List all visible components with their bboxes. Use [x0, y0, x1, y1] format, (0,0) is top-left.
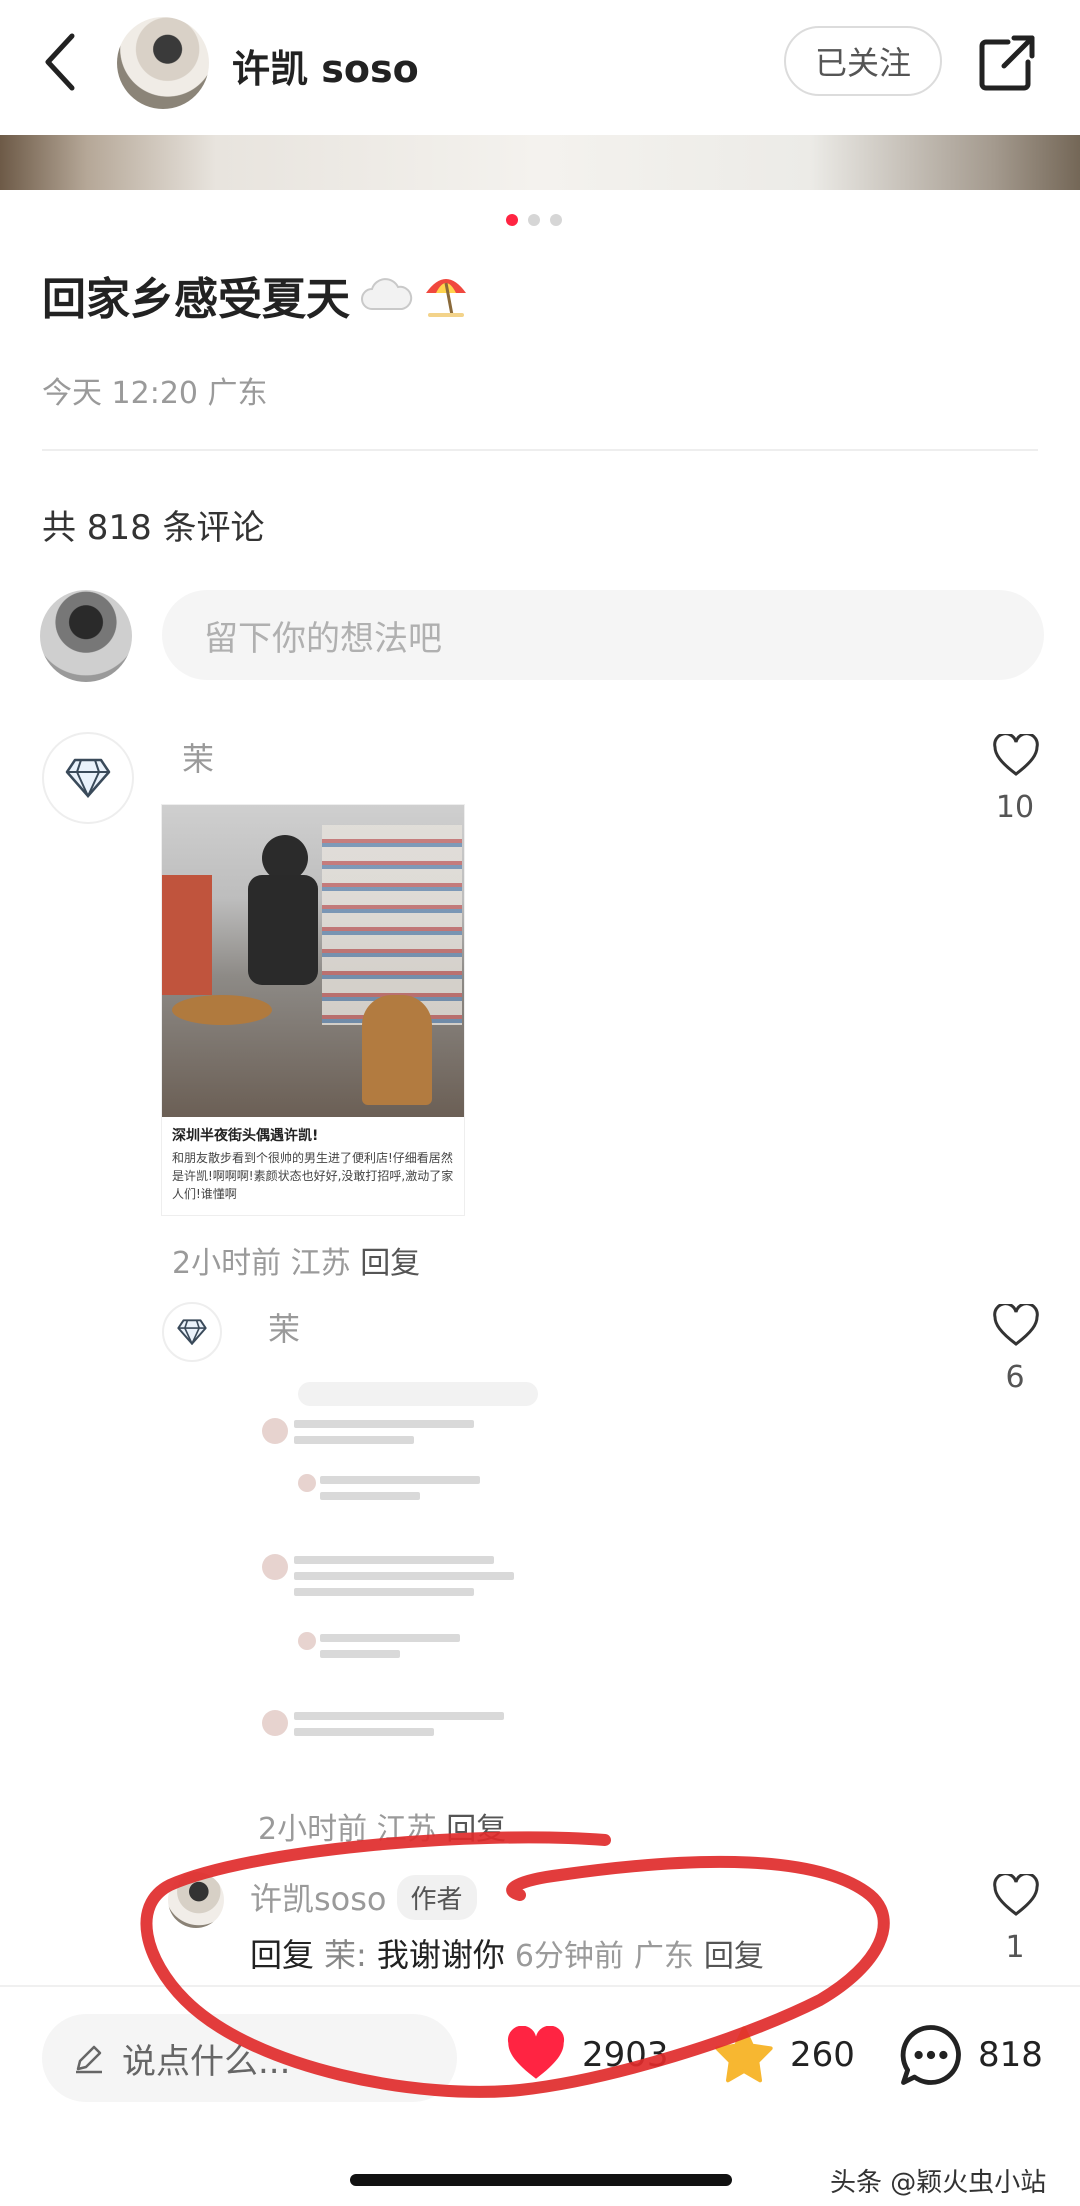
like-count: 2903	[582, 2035, 669, 2075]
comment-time: 2小时前	[258, 1812, 368, 1847]
collect-count: 260	[790, 2035, 855, 2075]
author-avatar[interactable]	[117, 17, 209, 109]
post-meta: 今天 12:20 广东	[42, 376, 268, 411]
beach-umbrella-icon	[426, 279, 466, 317]
comment-location: 江苏	[376, 1812, 437, 1847]
carousel-dot	[550, 214, 562, 226]
reply-button[interactable]: 回复	[446, 1812, 506, 1847]
comment-image-body: 和朋友散步看到个很帅的男生进了便利店!仔细看居然是许凯!啊啊啊!素颜状态也好好,…	[172, 1151, 454, 1201]
comment-count: 共 818 条评论	[42, 508, 265, 548]
back-icon[interactable]	[40, 30, 84, 94]
author-avatar[interactable]	[168, 1872, 224, 1928]
author-badge: 作者	[396, 1874, 477, 1920]
commenter-avatar[interactable]	[42, 732, 134, 824]
comment-total: 818	[978, 2035, 1043, 2075]
post-title: 回家乡感受夏天	[42, 263, 470, 327]
comment-meta: 2小时前 江苏 回复	[172, 1238, 420, 1282]
comment-image-title: 深圳半夜街头偶遇许凯!	[172, 1128, 319, 1144]
share-icon[interactable]	[978, 34, 1036, 92]
comment-text: 我谢谢你	[376, 1936, 505, 1974]
comment-header: 许凯soso 作者	[250, 1874, 477, 1920]
diamond-icon	[65, 758, 111, 798]
heart-filled-icon[interactable]	[504, 2026, 568, 2084]
carousel-dot	[528, 214, 540, 226]
post-title-text: 回家乡感受夏天	[42, 274, 350, 325]
diamond-icon	[177, 1319, 207, 1345]
divider	[42, 449, 1038, 451]
reply-button[interactable]: 回复	[360, 1246, 420, 1281]
comment-location: 江苏	[290, 1246, 351, 1281]
watermark: 头条 @颖火虫小站	[830, 2168, 1047, 2198]
comment-time: 2小时前	[172, 1246, 282, 1281]
comment-time: 6分钟前	[514, 1939, 624, 1974]
comment-meta: 2小时前 江苏 回复	[258, 1804, 506, 1848]
heart-outline-icon[interactable]	[992, 1874, 1040, 1918]
comment-like-count: 10	[995, 790, 1035, 825]
comment-stat[interactable]: 818	[898, 2022, 1043, 2088]
commenter-name[interactable]: 茉	[268, 1304, 300, 1350]
carousel-indicator	[506, 214, 562, 226]
star-icon[interactable]	[712, 2024, 776, 2086]
comment-like-count: 6	[1005, 1360, 1025, 1395]
home-indicator[interactable]	[350, 2174, 732, 2186]
carousel-dot-active	[506, 214, 518, 226]
comment-bubble-icon[interactable]	[898, 2022, 964, 2088]
heart-outline-icon[interactable]	[992, 734, 1040, 778]
author-name[interactable]: 许凯 soso	[232, 38, 419, 93]
comment-image[interactable]: 深圳半夜街头偶遇许凯! 和朋友散步看到个很帅的男生进了便利店!仔细看居然是许凯!…	[162, 805, 464, 1215]
comment-location: 广东	[633, 1939, 694, 1974]
cloud-icon	[361, 278, 413, 310]
say-something-label: 说点什么...	[122, 2041, 291, 2082]
comment-like-count: 1	[1005, 1930, 1025, 1965]
heart-outline-icon[interactable]	[992, 1304, 1040, 1348]
like-stat[interactable]: 2903	[504, 2026, 669, 2084]
reply-button[interactable]: 回复	[704, 1931, 764, 1975]
current-user-avatar	[40, 590, 132, 682]
pencil-icon	[76, 2045, 102, 2074]
commenter-avatar[interactable]	[162, 1302, 222, 1362]
commenter-name[interactable]: 茉	[182, 734, 214, 780]
comment-body: 回复 茉: 我谢谢你 6分钟前 广东 回复	[250, 1930, 764, 1976]
collect-stat[interactable]: 260	[712, 2024, 855, 2086]
reply-prefix: 回复	[250, 1936, 315, 1974]
commenter-name[interactable]: 许凯soso	[250, 1874, 387, 1920]
reply-to-user[interactable]: 茉:	[324, 1930, 367, 1976]
comment-image-photo	[162, 805, 464, 1117]
follow-button[interactable]: 已关注	[784, 26, 942, 96]
comment-image[interactable]	[258, 1370, 542, 1780]
divider	[0, 1985, 1080, 1987]
post-photo[interactable]	[0, 135, 1080, 190]
comment-input[interactable]: 留下你的想法吧	[162, 590, 1044, 680]
say-something-input[interactable]: 说点什么...	[42, 2014, 457, 2102]
